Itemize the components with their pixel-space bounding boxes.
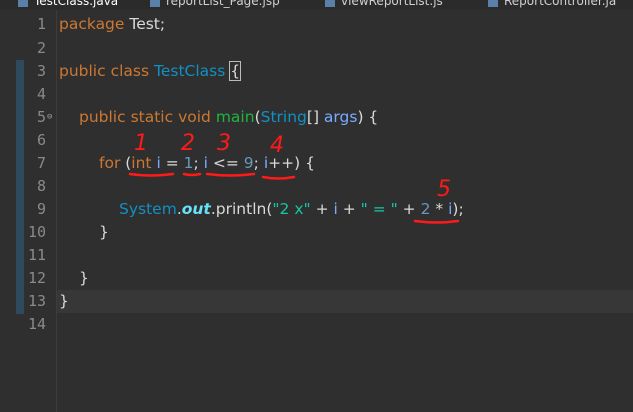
line-number: 3 (36, 62, 46, 80)
matched-brace: { (229, 61, 242, 81)
line-number: 12 (27, 269, 46, 287)
code-line-13[interactable]: } (59, 290, 69, 313)
line-number: 4 (36, 85, 46, 103)
underline-increment (261, 175, 296, 180)
line-number: 8 (36, 177, 46, 195)
code-line-12[interactable]: } (79, 267, 89, 290)
code-line-5[interactable]: public static void main(String[] args) { (79, 106, 378, 129)
code-line-3[interactable]: public class TestClass { (59, 60, 242, 83)
js-file-icon (325, 0, 335, 7)
line-number: 1 (36, 15, 46, 33)
java-file-icon (18, 0, 28, 7)
line-number: 5 (36, 108, 46, 126)
code-line-10[interactable]: } (99, 221, 109, 244)
line-number: 6 (36, 131, 46, 149)
tab-reportlist-page-jsp[interactable]: reportList_Page.jsp (150, 0, 280, 10)
editor-tab-bar: TestClass.java reportList_Page.jsp viewR… (0, 0, 633, 10)
line-number: 10 (27, 223, 46, 241)
code-line-9[interactable]: System.out.println("2 x" + i + " = " + 2… (119, 198, 464, 221)
change-indicator-strip (16, 60, 24, 314)
line-number: 2 (36, 39, 46, 57)
tab-viewreportlist-js[interactable]: viewReportList.js (325, 0, 443, 10)
line-number: 7 (36, 154, 46, 172)
code-line-7[interactable]: for (int i = 1; i <= 9; i++) { (99, 152, 315, 175)
line-number: 13 (27, 292, 46, 310)
tab-reportcontroller-java[interactable]: ReportController.ja (488, 0, 616, 10)
line-number: 11 (27, 246, 46, 264)
line-number: 14 (27, 315, 46, 333)
jsp-file-icon (150, 0, 160, 7)
tab-testclass-java[interactable]: TestClass.java (18, 0, 118, 10)
java-file-icon (488, 0, 498, 7)
current-line-highlight (57, 290, 633, 313)
underline-multiply (413, 219, 460, 224)
fold-toggle-icon[interactable]: ⊖ (47, 106, 52, 129)
code-line-1[interactable]: package Test; (59, 13, 165, 36)
line-number: 9 (36, 200, 46, 218)
